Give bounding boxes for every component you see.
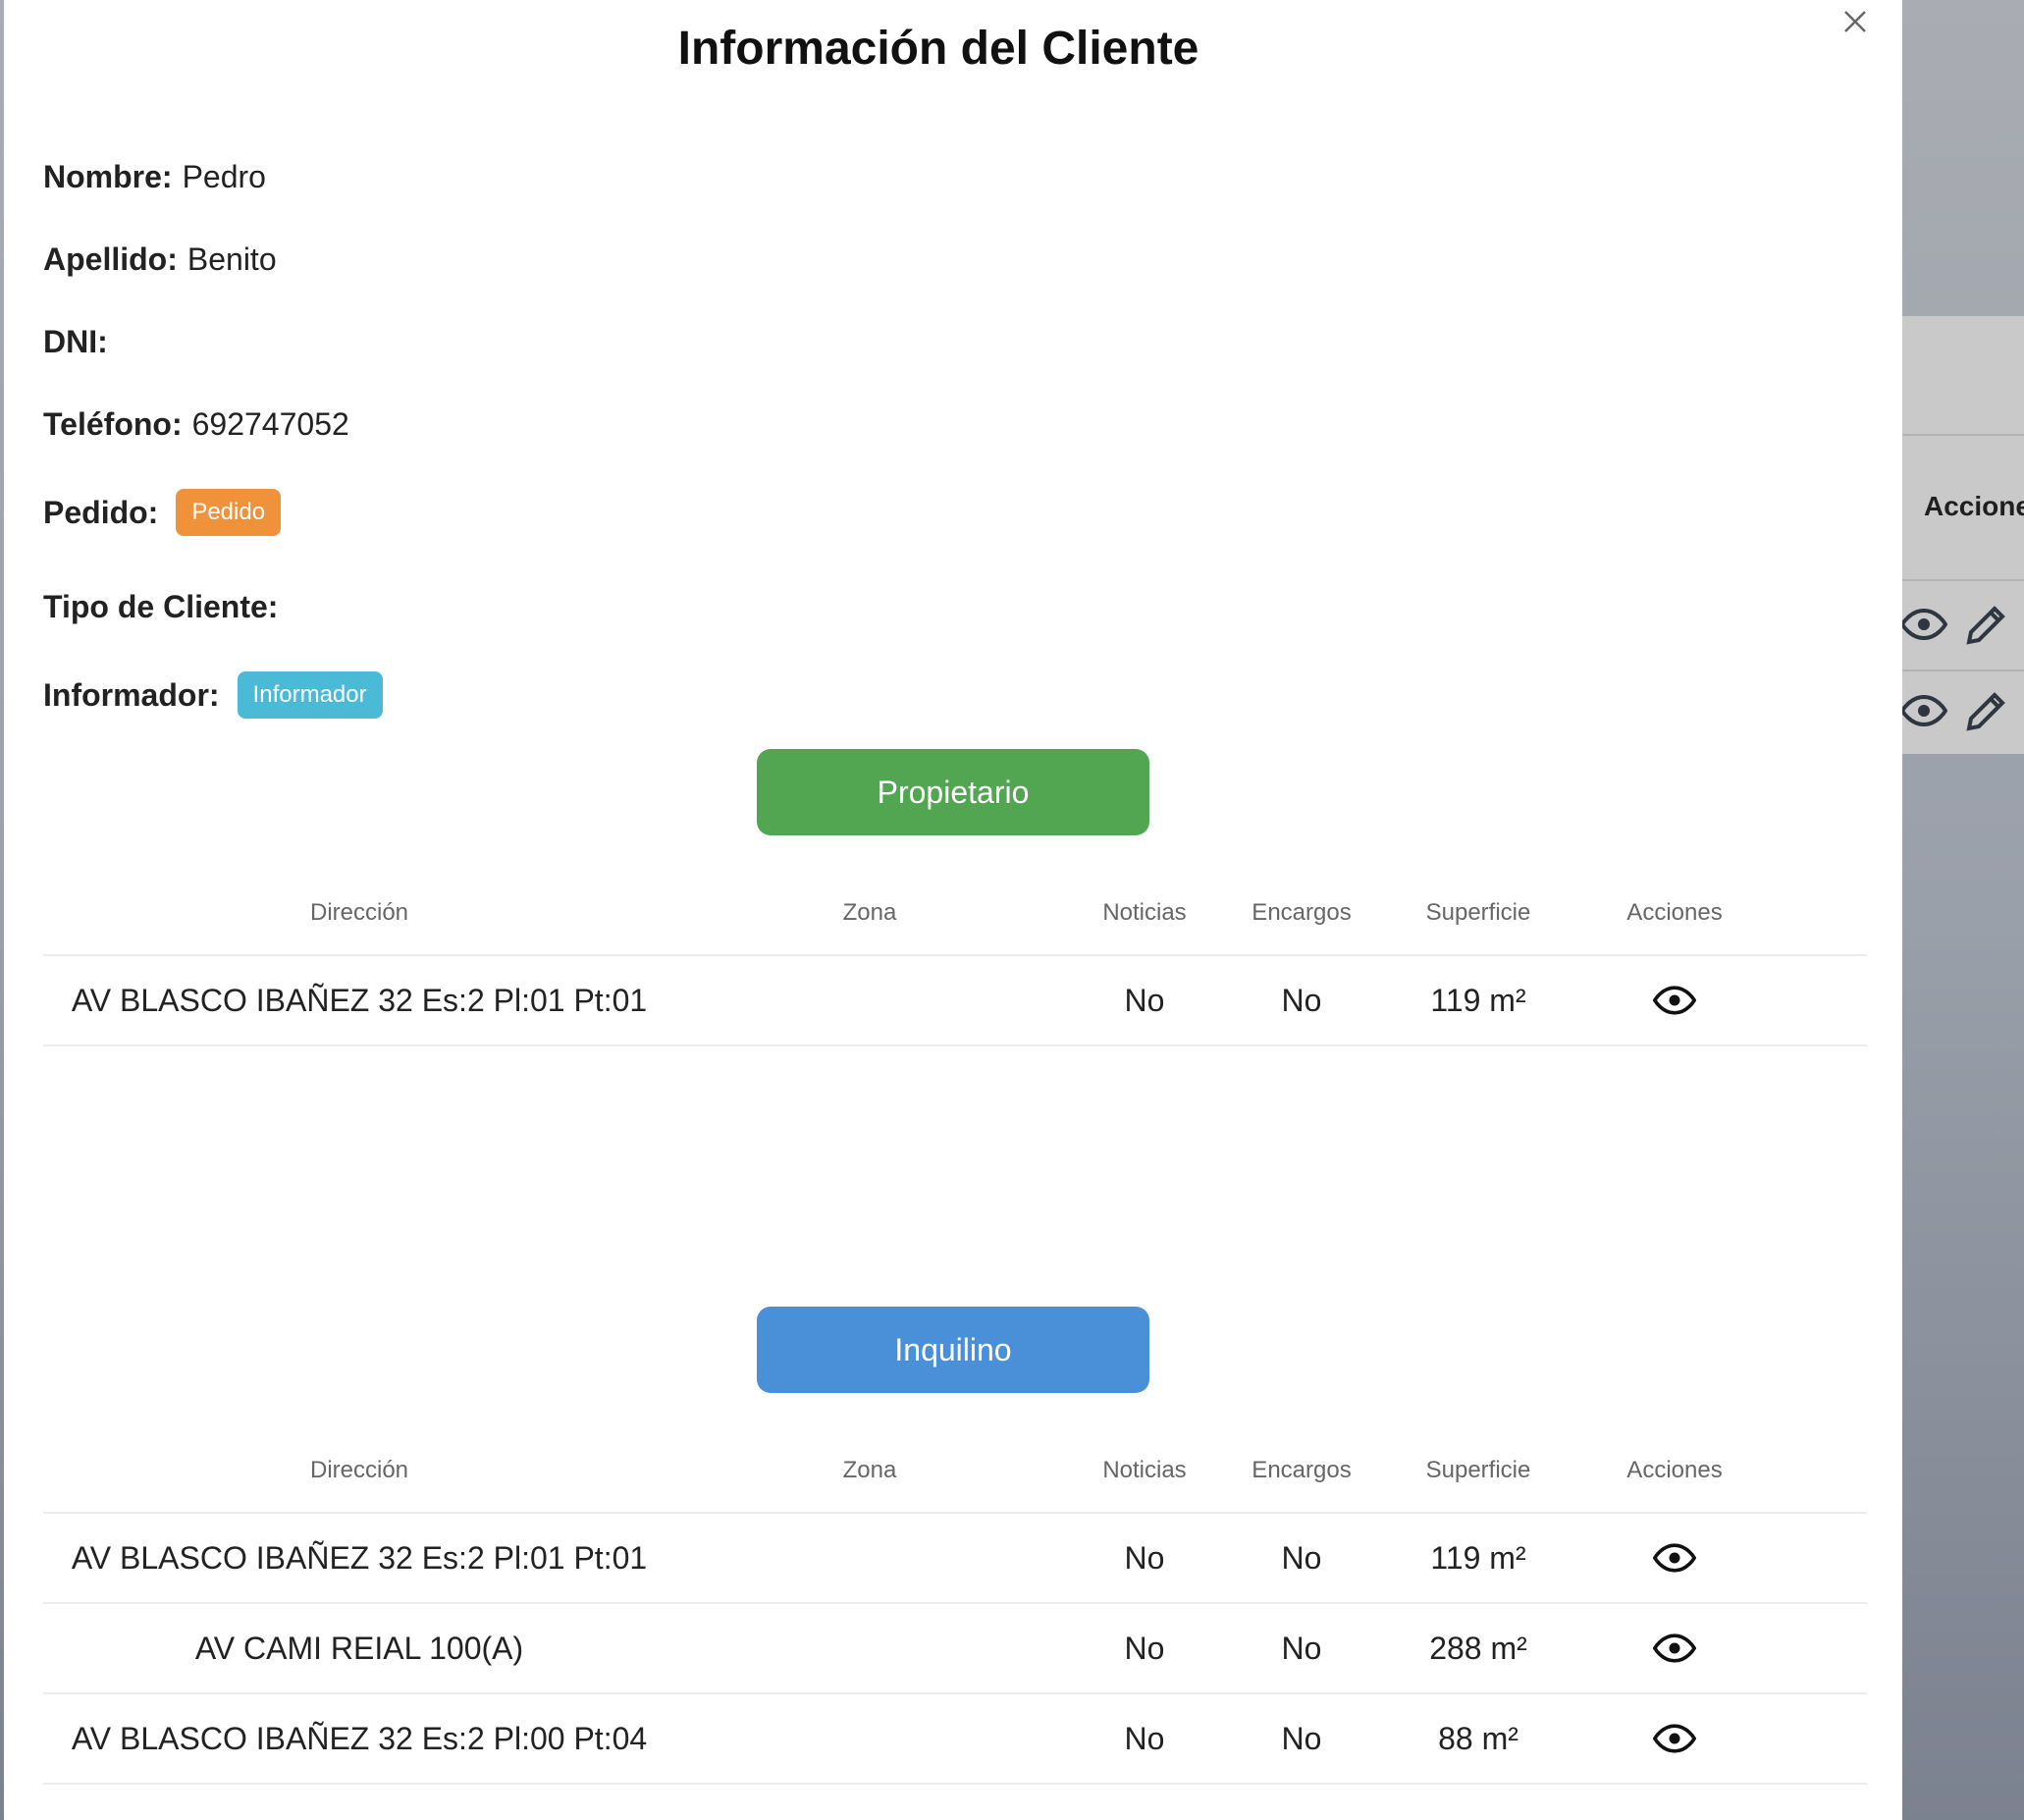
table-row: AV BLASCO IBAÑEZ 32 Es:2 Pl:01 Pt:01 No No…	[43, 1514, 1867, 1604]
column-encargos-header: Encargos	[1252, 1457, 1352, 1483]
view-eye-icon[interactable]	[1653, 979, 1696, 1022]
cell-superficie: 119 m²	[1430, 983, 1526, 1018]
cell-superficie: 88 m²	[1438, 1721, 1518, 1756]
table-row: AV BLASCO IBAÑEZ 32 Es:2 Pl:00 Pt:04 No No…	[43, 1694, 1867, 1785]
propietario-table: Dirección Zona Noticias Encargos Superficie A…	[43, 872, 1867, 1046]
field-value: Benito	[186, 241, 277, 277]
view-eye-icon[interactable]	[1653, 1627, 1696, 1670]
field-dni: DNI:	[43, 324, 118, 360]
column-direccion-header: Dirección	[309, 899, 409, 926]
modal-title: Información del Cliente	[677, 23, 1199, 75]
cell-direccion: AV BLASCO IBAÑEZ 32 Es:2 Pl:01 Pt:01	[71, 983, 648, 1018]
eye-icon[interactable]	[1900, 687, 1947, 734]
field-value: Pedro	[182, 159, 266, 194]
cell-encargos: No	[1281, 1721, 1322, 1756]
inquilino-table: Dirección Zona Noticias Encargos Superficie A…	[43, 1429, 1867, 1785]
column-zona-header: Zona	[842, 1457, 897, 1483]
cell-superficie: 119 m²	[1430, 1540, 1526, 1576]
eye-icon[interactable]	[1900, 601, 1947, 648]
column-encargos-header: Encargos	[1252, 899, 1352, 926]
divider	[1902, 434, 2024, 436]
field-label: Tipo de Cliente:	[43, 589, 279, 624]
client-info-modal: Información del Cliente Nombre: Pedro Ap…	[4, 0, 1902, 1820]
cell-direccion: AV BLASCO IBAÑEZ 32 Es:2 Pl:00 Pt:04	[71, 1721, 648, 1756]
field-pedido: Pedido: Pedido	[43, 489, 282, 536]
column-noticias-header: Noticias	[1102, 1457, 1187, 1483]
field-informador: Informador: Informador	[43, 671, 383, 719]
cell-noticias: No	[1124, 983, 1165, 1018]
pencil-icon[interactable]	[1963, 601, 2010, 648]
column-noticias-header: Noticias	[1102, 899, 1187, 926]
field-telefono: Teléfono: 692747052	[43, 406, 349, 443]
view-eye-icon[interactable]	[1653, 1536, 1696, 1579]
column-superficie-header: Superficie	[1425, 899, 1531, 926]
field-label: Nombre:	[43, 159, 173, 194]
field-label: Apellido:	[43, 241, 178, 277]
field-apellido: Apellido: Benito	[43, 241, 277, 278]
pedido-badge: Pedido	[176, 489, 282, 536]
cell-noticias: No	[1124, 1721, 1165, 1756]
column-superficie-header: Superficie	[1425, 1457, 1531, 1483]
table-header: Dirección Zona Noticias Encargos Superficie A…	[43, 1429, 1867, 1514]
field-tipo-cliente: Tipo de Cliente:	[43, 589, 288, 625]
column-acciones-header: Acciones	[1626, 1457, 1723, 1483]
divider	[1902, 579, 2024, 581]
field-label: DNI:	[43, 324, 108, 359]
column-acciones-header: Acciones	[1626, 899, 1723, 926]
field-label: Teléfono:	[43, 406, 183, 442]
column-zona-header: Zona	[842, 899, 897, 926]
divider	[1902, 669, 2024, 671]
cell-noticias: No	[1124, 1540, 1165, 1576]
field-value: 692747052	[191, 406, 349, 442]
inquilino-button[interactable]: Inquilino	[757, 1307, 1149, 1393]
column-direccion-header: Dirección	[309, 1457, 409, 1483]
field-label: Informador:	[43, 676, 220, 713]
cell-superficie: 288 m²	[1429, 1631, 1527, 1666]
field-nombre: Nombre: Pedro	[43, 159, 266, 195]
propietario-button[interactable]: Propietario	[757, 749, 1149, 835]
cell-direccion: AV BLASCO IBAÑEZ 32 Es:2 Pl:01 Pt:01	[71, 1540, 648, 1576]
cell-noticias: No	[1124, 1631, 1165, 1666]
field-label: Pedido:	[43, 494, 159, 530]
cell-encargos: No	[1281, 983, 1322, 1018]
table-header: Dirección Zona Noticias Encargos Superficie A…	[43, 872, 1867, 956]
pencil-icon[interactable]	[1963, 687, 2010, 734]
cell-direccion: AV CAMI REIAL 100(A)	[194, 1631, 524, 1666]
background-column-header: Accione	[1924, 491, 2024, 521]
informador-badge: Informador	[237, 671, 383, 719]
cell-encargos: No	[1281, 1540, 1322, 1576]
cell-encargos: No	[1281, 1631, 1322, 1666]
view-eye-icon[interactable]	[1653, 1717, 1696, 1760]
table-row: AV CAMI REIAL 100(A) No No 288 m²	[43, 1604, 1867, 1694]
table-row: AV BLASCO IBAÑEZ 32 Es:2 Pl:01 Pt:01 No No…	[43, 956, 1867, 1046]
